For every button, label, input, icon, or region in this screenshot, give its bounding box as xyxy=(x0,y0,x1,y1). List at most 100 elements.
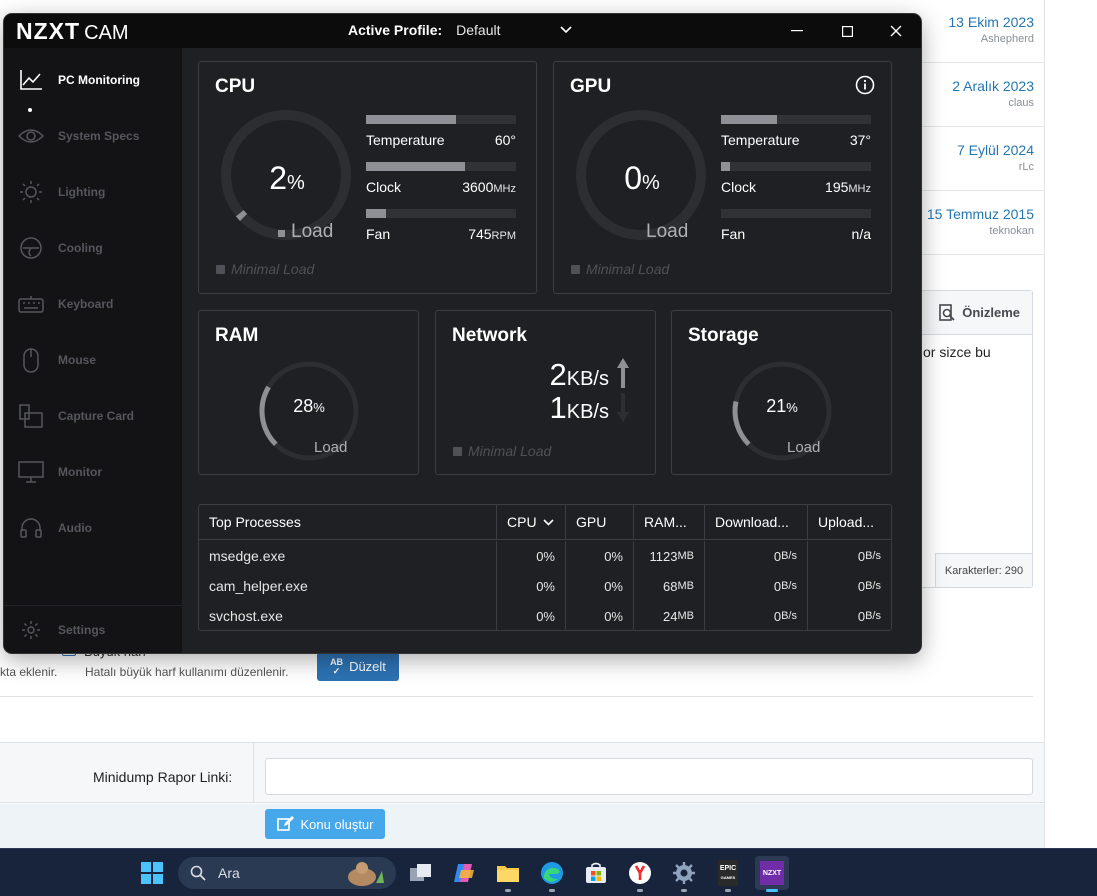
sidebar-item-settings[interactable]: Settings xyxy=(4,605,182,653)
thread-row[interactable]: 7 Eylül 2024 rLc xyxy=(920,128,1044,191)
cpu-title: CPU xyxy=(215,76,256,97)
sidebar-item-capture-card[interactable]: Capture Card xyxy=(4,388,182,444)
thread-user[interactable]: Ashepherd xyxy=(920,33,1034,45)
cpu-temperature-metric: Temperature 60° xyxy=(366,115,516,148)
gpu-clock-bar xyxy=(721,162,730,171)
fix-button[interactable]: AB ✓ Düzelt xyxy=(317,652,399,681)
nzxt-cam-icon: NZXT xyxy=(760,861,784,885)
cpu-fan-metric: Fan 745RPM xyxy=(366,209,516,242)
network-minimal-load[interactable]: Minimal Load xyxy=(453,443,551,459)
task-view-icon[interactable] xyxy=(404,856,438,890)
editor-text[interactable]: or sizce bu xyxy=(921,335,1032,360)
sidebar-item-pc-monitoring[interactable]: PC Monitoring xyxy=(4,52,182,108)
monitor-icon xyxy=(18,459,44,485)
preview-icon xyxy=(939,303,955,321)
thread-date[interactable]: 7 Eylül 2024 xyxy=(920,142,1034,158)
sidebar-item-audio[interactable]: Audio xyxy=(4,500,182,556)
monitoring-dashboard: CPU 2% Load Minimal Load Temperature 60° … xyxy=(182,48,921,653)
network-upload: 1KB/s xyxy=(549,390,610,425)
thread-date[interactable]: 15 Temmuz 2015 xyxy=(920,206,1034,222)
gpu-load-label: Load xyxy=(646,221,689,242)
column-header-gpu[interactable]: GPU xyxy=(566,505,634,539)
thread-date[interactable]: 2 Aralık 2023 xyxy=(920,78,1034,94)
cpu-fan-bar xyxy=(366,209,386,218)
storage-title: Storage xyxy=(688,325,759,346)
cpu-load-label: Load xyxy=(291,221,334,242)
thread-row[interactable]: 13 Ekim 2023 Ashepherd xyxy=(920,0,1044,63)
option-description: Hatalı büyük harf kullanımı düzenlenir. xyxy=(85,665,289,679)
gpu-card: GPU 0% Load Minimal Load Temperature 37° … xyxy=(553,61,892,294)
create-thread-button[interactable]: Konu oluştur xyxy=(265,809,385,839)
table-row[interactable]: cam_helper.exe 0% 0% 68 MB 0 B/s 0 B/s xyxy=(199,571,891,601)
profile-label: Active Profile: xyxy=(348,22,443,38)
minimize-icon xyxy=(791,30,803,32)
minimal-load-checkbox[interactable] xyxy=(453,446,462,456)
edge-icon[interactable] xyxy=(535,856,569,890)
cpu-load-arc xyxy=(235,210,248,221)
chevron-down-icon[interactable] xyxy=(560,26,572,34)
gpu-temperature-metric: Temperature 37° xyxy=(721,115,871,148)
sidebar-item-cooling[interactable]: Cooling xyxy=(4,220,182,276)
thread-user[interactable]: teknokan xyxy=(920,225,1034,237)
search-highlight-icon xyxy=(348,862,384,886)
info-icon[interactable] xyxy=(855,75,875,95)
ram-load-value: 28% xyxy=(293,396,325,416)
sort-chevron-icon xyxy=(542,518,554,526)
gpu-clock-metric: Clock 195MHz xyxy=(721,162,871,195)
sidebar-item-monitor[interactable]: Monitor xyxy=(4,444,182,500)
cpu-minimal-load[interactable]: Minimal Load xyxy=(216,261,314,277)
profile-selector[interactable]: Active Profile: Default xyxy=(348,22,572,38)
sidebar-item-system-specs[interactable]: System Specs xyxy=(4,108,182,164)
running-indicator xyxy=(681,889,687,892)
maximize-button[interactable] xyxy=(822,14,872,48)
gpu-load-value: 0% xyxy=(624,160,660,196)
minimal-load-checkbox[interactable] xyxy=(216,264,225,274)
network-title: Network xyxy=(452,325,527,346)
nzxt-cam-taskbar-button[interactable]: NZXT xyxy=(755,856,789,890)
column-header-download[interactable]: Download... xyxy=(705,505,808,539)
table-row[interactable]: svchost.exe 0% 0% 24 MB 0 B/s 0 B/s xyxy=(199,601,891,631)
storage-load-label: Load xyxy=(787,439,821,456)
mouse-icon xyxy=(18,347,44,373)
cpu-load-value: 2% xyxy=(269,160,305,196)
top-processes-table: Top Processes CPU GPU RAM... Download...… xyxy=(198,504,892,631)
thread-user[interactable]: claus xyxy=(920,97,1034,109)
windows-start-icon[interactable] xyxy=(135,856,169,890)
sidebar-item-keyboard[interactable]: Keyboard xyxy=(4,276,182,332)
preview-label: Önizleme xyxy=(962,305,1020,320)
thread-user[interactable]: rLc xyxy=(920,161,1034,173)
minimize-button[interactable] xyxy=(772,14,822,48)
yandex-icon[interactable] xyxy=(623,856,657,890)
gpu-minimal-load[interactable]: Minimal Load xyxy=(571,261,669,277)
sidebar-item-lighting[interactable]: Lighting xyxy=(4,164,182,220)
column-header-ram[interactable]: RAM... xyxy=(634,505,705,539)
column-header-cpu[interactable]: CPU xyxy=(497,505,566,539)
taskbar-search[interactable]: Ara xyxy=(178,857,396,889)
minimal-load-checkbox[interactable] xyxy=(571,264,580,274)
sidebar-item-mouse[interactable]: Mouse xyxy=(4,332,182,388)
thread-row[interactable]: 15 Temmuz 2015 teknokan xyxy=(920,192,1044,255)
running-indicator xyxy=(637,889,643,892)
thread-date[interactable]: 13 Ekim 2023 xyxy=(920,14,1034,30)
column-header-upload[interactable]: Upload... xyxy=(808,505,891,539)
title-bar[interactable]: NZXT CAM Active Profile: Default xyxy=(4,14,921,48)
divider xyxy=(253,742,254,803)
store-icon[interactable] xyxy=(579,856,613,890)
maximize-icon xyxy=(841,25,853,37)
epic-games-icon[interactable]: EPIC GAMES xyxy=(711,856,745,890)
copilot-icon[interactable] xyxy=(447,856,481,890)
preview-button[interactable]: Önizleme xyxy=(921,291,1032,335)
column-header-process[interactable]: Top Processes xyxy=(199,505,497,539)
table-row[interactable]: msedge.exe 0% 0% 1123 MB 0 B/s 0 B/s xyxy=(199,541,891,571)
sidebar: PC Monitoring System Specs Lighting Cool… xyxy=(4,48,182,653)
chart-line-icon xyxy=(18,67,44,93)
file-explorer-icon[interactable] xyxy=(491,856,525,890)
close-button[interactable] xyxy=(871,14,921,48)
cpu-temperature-bar xyxy=(366,115,456,124)
profile-value[interactable]: Default xyxy=(456,22,546,38)
settings-gear-icon[interactable] xyxy=(667,856,701,890)
app-logo: NZXT CAM xyxy=(16,18,129,44)
minidump-input[interactable] xyxy=(265,758,1033,795)
thread-row[interactable]: 2 Aralık 2023 claus xyxy=(920,64,1044,127)
gpu-title: GPU xyxy=(570,76,612,97)
